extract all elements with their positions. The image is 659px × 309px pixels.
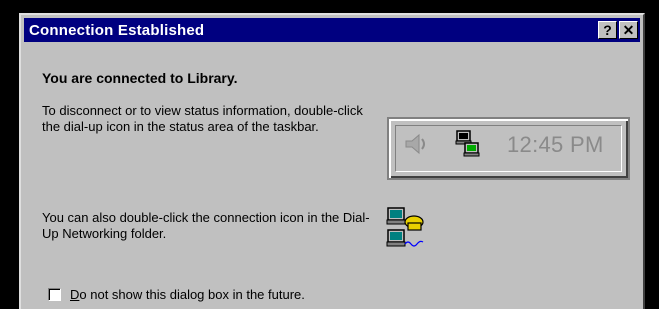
tray-clock: 12:45 PM	[507, 132, 604, 157]
alt-instructions-text: You can also double-click the connection…	[42, 210, 370, 241]
connection-established-dialog: Connection Established ? ✕ You are conne…	[19, 13, 645, 309]
help-button[interactable]: ?	[598, 21, 617, 39]
dialup-network-icon	[455, 129, 481, 164]
taskbar-status-area-illustration: 12:45 PM	[387, 117, 630, 180]
speaker-icon	[403, 132, 429, 161]
close-button[interactable]: ✕	[619, 21, 638, 39]
window-title: Connection Established	[29, 21, 205, 39]
instructions-text: To disconnect or to view status informat…	[42, 103, 363, 134]
dont-show-again-option[interactable]: Do not show this dialog box in the futur…	[48, 287, 305, 302]
title-bar[interactable]: Connection Established ? ✕	[24, 18, 640, 42]
connection-heading: You are connected to Library.	[42, 70, 238, 86]
dont-show-again-label[interactable]: Do not show this dialog box in the futur…	[70, 287, 305, 302]
dialup-connection-icon	[386, 206, 426, 255]
dont-show-again-checkbox[interactable]	[48, 288, 61, 301]
